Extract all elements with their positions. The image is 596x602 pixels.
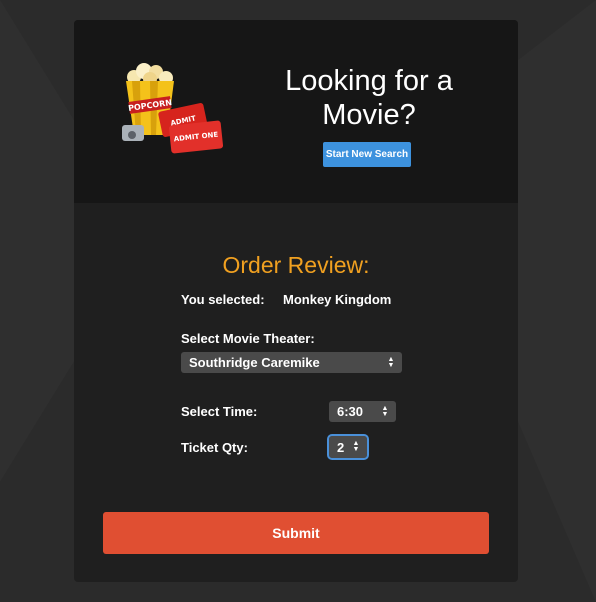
- time-label: Select Time:: [181, 404, 258, 419]
- theater-select-value: Southridge Caremike: [189, 355, 320, 370]
- start-new-search-button[interactable]: Start New Search: [323, 142, 411, 167]
- order-review-title: Order Review:: [222, 252, 370, 278]
- hero-header: POPCORN ADMIT ADMIT ONE Looking for a Mo…: [74, 20, 518, 203]
- time-select-value: 6:30: [337, 404, 364, 419]
- background-shape: [518, 0, 596, 602]
- you-selected-label: You selected:: [181, 292, 265, 307]
- order-card: POPCORN ADMIT ADMIT ONE Looking for a Mo…: [74, 20, 518, 582]
- popcorn-tickets-logo: POPCORN ADMIT ADMIT ONE: [122, 63, 224, 154]
- ticket-qty-label: Ticket Qty:: [181, 440, 248, 455]
- theater-select[interactable]: Southridge Caremike ▲ ▼: [181, 352, 402, 373]
- ticket-qty-select[interactable]: 2 ▲ ▼: [327, 434, 369, 460]
- time-select[interactable]: 6:30 ▲ ▼: [329, 401, 396, 422]
- background-shape: [0, 0, 74, 482]
- ticket-qty-value: 2: [337, 439, 345, 455]
- select-arrows-icon: ▲ ▼: [387, 355, 395, 369]
- select-arrows-icon: ▲ ▼: [381, 404, 389, 418]
- theater-label: Select Movie Theater:: [181, 331, 315, 346]
- selected-movie-value: Monkey Kingdom: [283, 292, 392, 307]
- headline: Looking for a Movie?: [285, 65, 453, 131]
- submit-button[interactable]: Submit: [103, 512, 489, 554]
- select-arrows-icon: ▲ ▼: [352, 440, 360, 453]
